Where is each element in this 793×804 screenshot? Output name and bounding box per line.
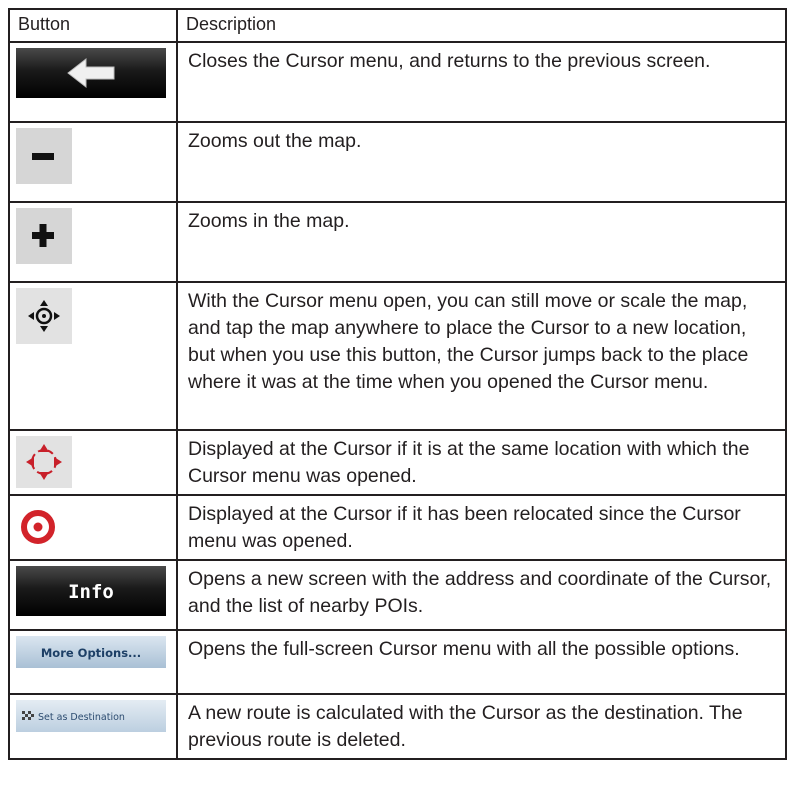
info-button-label: Info — [68, 581, 114, 603]
table-row: Displayed at the Cursor if it is at the … — [8, 429, 787, 496]
table-row: Zooms out the map. — [8, 121, 787, 203]
button-cell — [8, 281, 178, 431]
table-header-row: Button Description — [8, 8, 787, 43]
header-button: Button — [8, 8, 178, 43]
zoom-in-icon — [16, 208, 72, 264]
recenter-cursor-icon — [16, 288, 72, 344]
cursor-relocated-icon — [21, 510, 55, 544]
info-button-icon: Info — [16, 566, 166, 616]
button-cell — [8, 494, 178, 561]
table-row: Displayed at the Cursor if it has been r… — [8, 494, 787, 561]
button-cell — [8, 201, 178, 283]
button-description-table: Button Description Closes the Cursor men… — [8, 8, 787, 760]
description-cell: A new route is calculated with the Curso… — [176, 693, 787, 760]
description-cell: Displayed at the Cursor if it is at the … — [176, 429, 787, 496]
zoom-out-icon — [16, 128, 72, 184]
table-row: Closes the Cursor menu, and returns to t… — [8, 41, 787, 123]
more-options-button-icon: More Options... — [16, 636, 166, 668]
cursor-original-location-icon — [16, 436, 72, 488]
button-cell — [8, 41, 178, 123]
description-cell: Zooms out the map. — [176, 121, 787, 203]
description-cell: Zooms in the map. — [176, 201, 787, 283]
table-row: Zooms in the map. — [8, 201, 787, 283]
table-row: More Options... Opens the full-screen Cu… — [8, 629, 787, 695]
button-cell: Info — [8, 559, 178, 631]
description-cell: Displayed at the Cursor if it has been r… — [176, 494, 787, 561]
table-row: With the Cursor menu open, you can still… — [8, 281, 787, 431]
button-cell — [8, 121, 178, 203]
description-cell: Opens the full-screen Cursor menu with a… — [176, 629, 787, 695]
description-cell: Closes the Cursor menu, and returns to t… — [176, 41, 787, 123]
set-as-destination-label: Set as Destination — [38, 712, 125, 723]
button-cell: More Options... — [8, 629, 178, 695]
button-cell — [8, 429, 178, 496]
back-arrow-icon — [16, 48, 166, 98]
description-cell: Opens a new screen with the address and … — [176, 559, 787, 631]
button-cell: Set as Destination — [8, 693, 178, 760]
description-cell: With the Cursor menu open, you can still… — [176, 281, 787, 431]
more-options-label: More Options... — [41, 646, 141, 660]
set-as-destination-button-icon: Set as Destination — [16, 700, 166, 732]
table-row: Info Opens a new screen with the address… — [8, 559, 787, 631]
table-row: Set as Destination A new route is calcul… — [8, 693, 787, 760]
header-description: Description — [176, 8, 787, 43]
